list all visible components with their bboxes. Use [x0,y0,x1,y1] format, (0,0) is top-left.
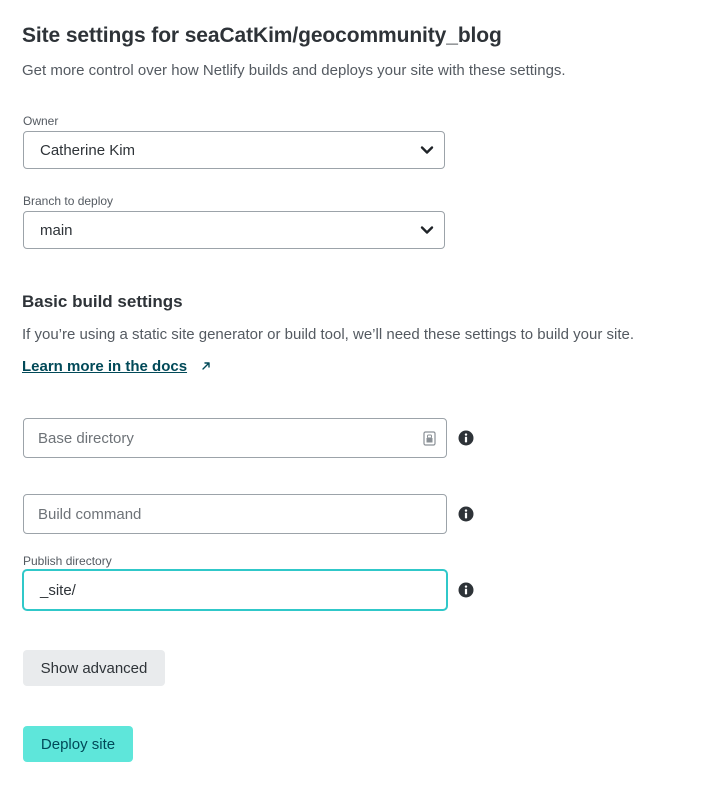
branch-value: main [40,222,73,239]
build-command-input[interactable]: Build command [23,494,447,534]
info-icon[interactable] [458,582,474,598]
base-directory-placeholder: Base directory [38,430,134,447]
chevron-down-icon [420,146,434,154]
branch-select[interactable]: main [23,211,445,249]
info-icon[interactable] [458,506,474,522]
page-subtitle: Get more control over how Netlify builds… [22,62,566,79]
info-icon[interactable] [458,430,474,446]
lock-icon [423,431,436,446]
deploy-site-button[interactable]: Deploy site [23,726,133,762]
owner-value: Catherine Kim [40,142,136,159]
show-advanced-button[interactable]: Show advanced [23,650,165,686]
publish-directory-label: Publish directory [23,554,112,568]
branch-label: Branch to deploy [23,194,114,208]
docs-link[interactable]: Learn more in the docs [22,358,187,375]
owner-select[interactable]: Catherine Kim [23,131,445,169]
build-settings-description: If you’re using a static site generator … [22,326,635,343]
build-settings-heading: Basic build settings [22,292,183,311]
base-directory-input[interactable]: Base directory [23,418,447,458]
publish-directory-value: _site/ [40,582,76,599]
build-command-placeholder: Build command [38,506,142,523]
external-link-icon [202,362,210,370]
page-title: Site settings for seaCatKim/geocommunity… [22,24,502,47]
publish-directory-input[interactable]: _site/ [23,570,447,610]
owner-label: Owner [23,114,59,128]
chevron-down-icon [420,226,434,234]
